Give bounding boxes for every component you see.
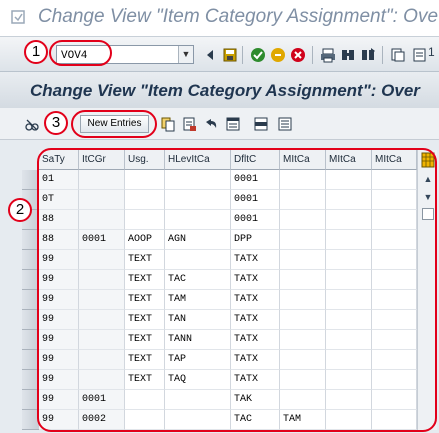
toolbar-separator [312, 46, 313, 64]
new-entries-highlight [71, 110, 157, 138]
back-icon[interactable] [202, 47, 218, 63]
display-change-icon[interactable] [412, 47, 428, 63]
command-field-dropdown-button[interactable]: ▼ [178, 46, 193, 63]
table-highlight [37, 148, 437, 432]
find-next-icon[interactable] [360, 47, 376, 63]
command-field-highlight [49, 40, 112, 66]
exit-icon[interactable] [270, 47, 286, 63]
callout-1: 1 [24, 40, 48, 64]
deselect-all-icon[interactable] [277, 116, 293, 132]
document-icon [11, 10, 25, 24]
toolbar-separator [382, 46, 383, 64]
delete-icon[interactable] [181, 116, 197, 132]
print-icon[interactable] [320, 47, 336, 63]
create-session-icon[interactable] [390, 47, 406, 63]
toolbar-separator [242, 46, 243, 64]
callout-3: 3 [44, 111, 68, 135]
cancel-icon[interactable] [290, 47, 306, 63]
window-title-bar: Change View "Item Category Assignment": … [0, 0, 439, 36]
display-change-icon[interactable] [25, 118, 39, 132]
undo-icon[interactable] [203, 116, 219, 132]
page-title: Change View "Item Category Assignment": … [30, 81, 420, 100]
window-title: Change View "Item Category Assignment": … [38, 6, 439, 27]
screen-header: Change View "Item Category Assignment": … [0, 72, 439, 108]
select-block-icon[interactable] [253, 116, 269, 132]
find-icon[interactable] [340, 47, 356, 63]
save-icon[interactable] [222, 47, 238, 63]
copy-as-icon[interactable] [160, 116, 176, 132]
green-check-icon[interactable] [250, 47, 266, 63]
select-all-icon[interactable] [225, 116, 241, 132]
toolbar-overflow-text: 1 [428, 45, 435, 59]
callout-2: 2 [8, 198, 32, 222]
